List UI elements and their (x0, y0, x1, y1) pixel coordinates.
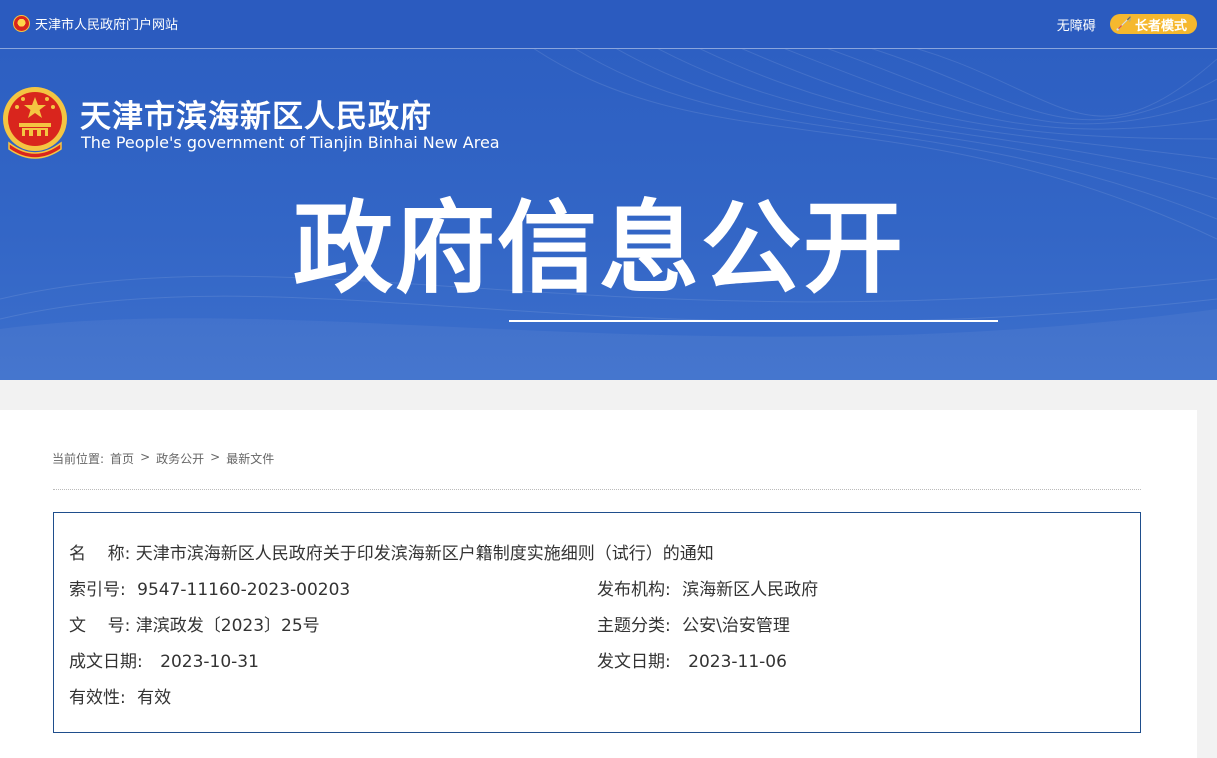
issued-label: 发文日期: (597, 652, 671, 672)
validity-value: 有效 (137, 688, 172, 708)
breadcrumb-prefix: 当前位置: (52, 452, 105, 466)
name-value: 天津市滨海新区人民政府关于印发滨海新区户籍制度实施细则（试行）的通知 (135, 544, 714, 564)
breadcrumb-separator: > (140, 450, 151, 464)
info-row-issued: 发文日期: 2023-11-06 (597, 647, 787, 672)
info-row-validity: 有效性: 有效 (69, 683, 171, 708)
portal-link[interactable]: 天津市人民政府门户网站 (13, 14, 178, 33)
topic-label: 主题分类: (597, 616, 671, 636)
doc-no-label: 文 号: (69, 616, 131, 636)
walking-person-icon: 🦯 (1115, 16, 1132, 32)
index-label: 索引号: (69, 580, 126, 600)
publisher-label: 发布机构: (597, 580, 671, 600)
dotted-divider (53, 489, 1141, 490)
info-row-doc-no: 文 号: 津滨政发〔2023〕25号 (69, 611, 320, 636)
portal-link-label[interactable]: 天津市人民政府门户网站 (35, 14, 178, 33)
created-label: 成文日期: (69, 652, 143, 672)
info-row-created: 成文日期: 2023-10-31 (69, 647, 259, 672)
name-label: 名 称: (69, 544, 131, 564)
breadcrumb-item-home[interactable]: 首页 (110, 450, 134, 467)
info-row-publisher: 发布机构: 滨海新区人民政府 (597, 575, 818, 600)
validity-label: 有效性: (69, 688, 126, 708)
breadcrumb: 当前位置: 首页 > 政务公开 > 最新文件 (52, 450, 274, 467)
info-row-topic: 主题分类: 公安\治安管理 (597, 611, 790, 636)
breadcrumb-separator: > (210, 450, 221, 464)
doc-no-value: 津滨政发〔2023〕25号 (135, 616, 320, 636)
info-row-name: 名 称: 天津市滨海新区人民政府关于印发滨海新区户籍制度实施细则（试行）的通知 (69, 539, 714, 564)
breadcrumb-item-gov-affairs[interactable]: 政务公开 (156, 450, 204, 467)
site-title-en: The People's government of Tianjin Binha… (81, 133, 500, 152)
content-card: 当前位置: 首页 > 政务公开 > 最新文件 名 称: 天津市滨海新区人民政府关… (0, 410, 1197, 758)
elder-mode-label: 长者模式 (1134, 18, 1187, 34)
index-value: 9547-11160-2023-00203 (137, 580, 351, 600)
topic-value: 公安\治安管理 (682, 616, 790, 636)
hero-underline (509, 320, 998, 322)
info-row-index: 索引号: 9547-11160-2023-00203 (69, 575, 350, 600)
document-info-box: 名 称: 天津市滨海新区人民政府关于印发滨海新区户籍制度实施细则（试行）的通知 … (53, 512, 1141, 733)
accessibility-link[interactable]: 无障碍 (1057, 15, 1096, 34)
created-value: 2023-10-31 (160, 652, 259, 672)
publisher-value: 滨海新区人民政府 (682, 580, 819, 600)
hero-title: 政府信息公开 (293, 190, 905, 307)
breadcrumb-item-latest-files[interactable]: 最新文件 (226, 450, 274, 467)
national-emblem-icon (13, 15, 30, 32)
top-bar: 天津市人民政府门户网站 无障碍 🦯 长者模式 (0, 0, 1217, 49)
elder-mode-button[interactable]: 🦯 长者模式 (1109, 14, 1197, 34)
header-banner: 天津市滨海新区人民政府 The People's government of T… (0, 49, 1217, 380)
national-emblem-icon (3, 87, 67, 159)
site-title-cn: 天津市滨海新区人民政府 (80, 99, 432, 135)
top-right-tools: 无障碍 🦯 长者模式 (1057, 14, 1197, 34)
issued-value: 2023-11-06 (688, 652, 787, 672)
